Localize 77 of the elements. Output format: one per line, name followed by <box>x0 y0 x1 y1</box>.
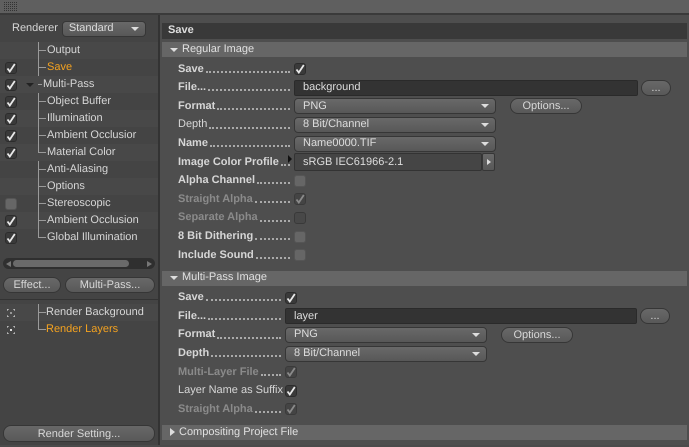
field-label: Separate Alpha <box>178 211 258 225</box>
checkbox[interactable] <box>5 146 17 158</box>
caret-icon <box>481 123 489 128</box>
profile-field: sRGB IEC61966-2.1 <box>294 153 482 172</box>
panel-title: Save <box>168 24 194 38</box>
tree-item[interactable]: Output <box>47 44 80 58</box>
tree-item[interactable]: Save <box>47 60 72 74</box>
field-label: Save <box>178 291 204 304</box>
field-label: Image Color Profile <box>178 156 279 169</box>
checkbox[interactable] <box>5 232 17 244</box>
checkbox[interactable] <box>294 63 306 76</box>
section-header[interactable]: Compositing Project File <box>162 424 687 440</box>
checkbox[interactable] <box>294 174 306 187</box>
field-label: Include Sound <box>178 248 254 262</box>
tree-item[interactable]: Ambient Occlusior <box>47 128 136 142</box>
caret-icon <box>481 142 489 146</box>
dropdown[interactable]: PNG <box>285 327 487 344</box>
checkbox[interactable] <box>5 130 17 142</box>
multi-pass-button[interactable]: Multi-Pass... <box>65 277 155 293</box>
options-button[interactable]: Options... <box>510 98 582 114</box>
field-label: Name <box>178 137 208 150</box>
render-setting-button[interactable]: Render Setting... <box>3 425 155 442</box>
field-label: File... <box>178 310 206 324</box>
field-label: Format <box>178 100 216 114</box>
browse-button[interactable]: ... <box>640 308 670 324</box>
options-button[interactable]: Options... <box>501 327 573 344</box>
renderer-label: Renderer <box>12 22 58 36</box>
checkbox[interactable] <box>294 230 306 243</box>
field-label: Multi-Layer File <box>178 366 259 379</box>
caret-icon <box>472 352 480 356</box>
arrow-icon <box>486 159 490 166</box>
layer-item[interactable]: Render Layers <box>46 322 118 336</box>
field-label: 8 Bit Dithering <box>178 230 254 244</box>
tree-item[interactable]: Global Illumination <box>47 230 138 244</box>
caret-icon <box>481 104 489 108</box>
effect-button[interactable]: Effect... <box>3 277 61 293</box>
field-label: Depth <box>178 347 210 360</box>
caret-icon <box>472 333 480 338</box>
expand-icon <box>170 428 175 436</box>
checkbox[interactable] <box>5 62 17 74</box>
field-label: File... <box>178 81 206 94</box>
expand-icon <box>170 276 178 280</box>
tree-item[interactable]: Anti-Aliasing <box>47 162 108 176</box>
field-label: Alpha Channel <box>178 174 256 188</box>
dropdown[interactable]: 8 Bit/Channel <box>285 346 487 362</box>
field-label: Layer Name as Suffix <box>178 384 283 398</box>
field-label: Straight Alpha <box>178 402 253 416</box>
tree-item[interactable]: Stereoscopic <box>47 196 111 210</box>
browse-button[interactable]: ... <box>641 80 671 96</box>
section-header[interactable]: Regular Image <box>162 42 687 57</box>
renderer-dropdown[interactable]: Standard <box>62 21 146 37</box>
field-label: Save <box>178 62 204 76</box>
caret-icon <box>130 27 139 31</box>
checkbox[interactable] <box>5 112 17 124</box>
file-field[interactable]: layer <box>285 308 637 324</box>
tree-item[interactable]: Options <box>47 180 85 194</box>
layer-icon <box>7 308 15 316</box>
file-field[interactable]: background <box>294 80 638 96</box>
layer-icon <box>7 326 15 334</box>
checkbox[interactable] <box>5 214 17 226</box>
dropdown[interactable]: Name0000.TIF <box>294 136 496 152</box>
dropdown[interactable]: 8 Bit/Channel <box>294 117 496 134</box>
profile-menu-button[interactable] <box>482 153 495 172</box>
checkbox[interactable] <box>5 198 17 210</box>
checkbox[interactable] <box>294 249 306 262</box>
field-label: Format <box>178 328 216 342</box>
checkbox[interactable] <box>5 78 17 90</box>
expand-icon <box>170 48 178 52</box>
dropdown[interactable]: PNG <box>294 98 496 114</box>
section-header[interactable]: Multi-Pass Image <box>162 270 687 286</box>
tree-item[interactable]: Object Buffer <box>47 94 111 108</box>
field-label: Straight Alpha <box>178 192 253 206</box>
scrollbar[interactable] <box>3 258 155 269</box>
checkbox[interactable] <box>285 384 297 397</box>
field-label: Depth <box>178 118 208 132</box>
checkbox[interactable] <box>5 96 17 108</box>
checkbox[interactable] <box>285 292 297 304</box>
